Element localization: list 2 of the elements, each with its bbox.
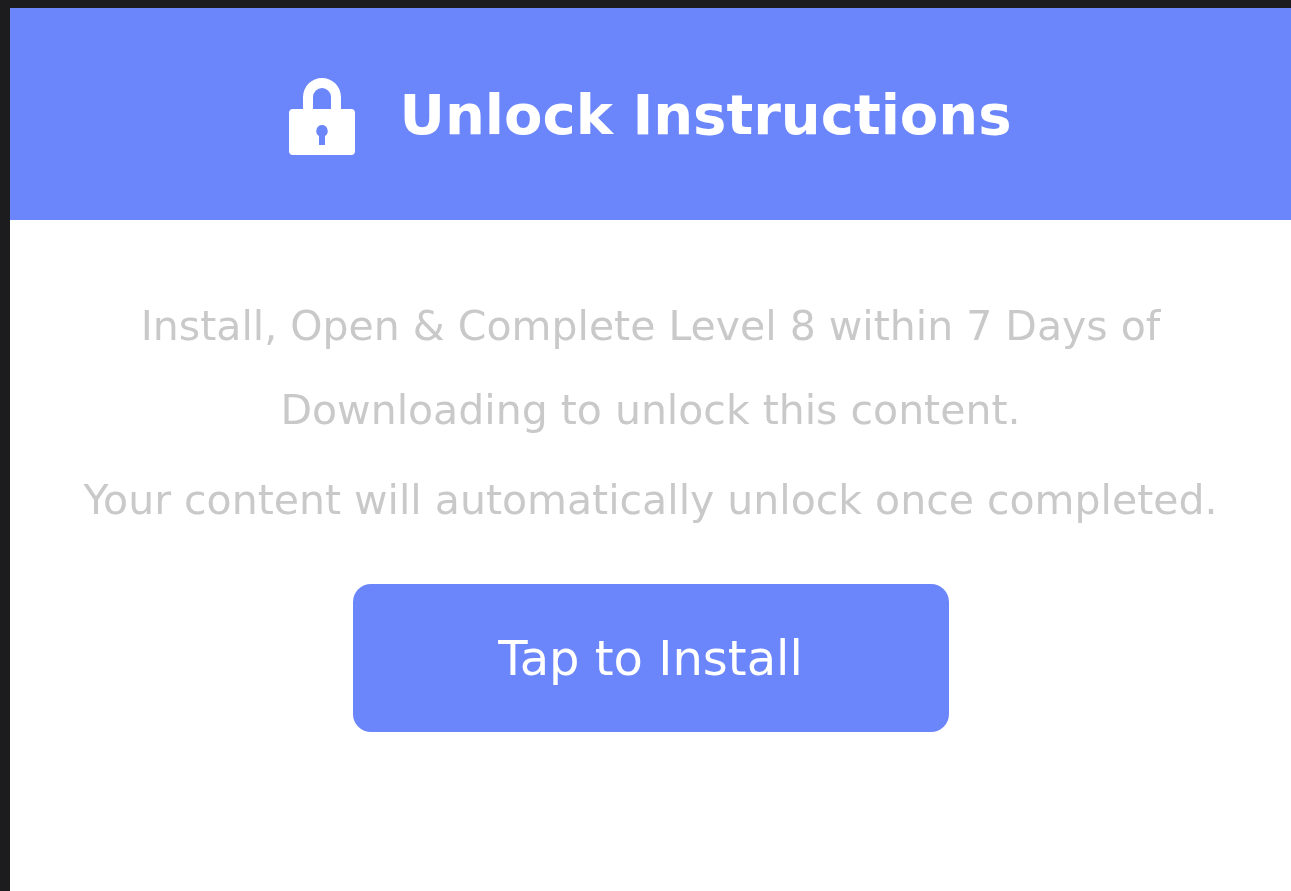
header-title: Unlock Instructions — [399, 81, 1012, 147]
install-button[interactable]: Tap to Install — [352, 584, 949, 732]
